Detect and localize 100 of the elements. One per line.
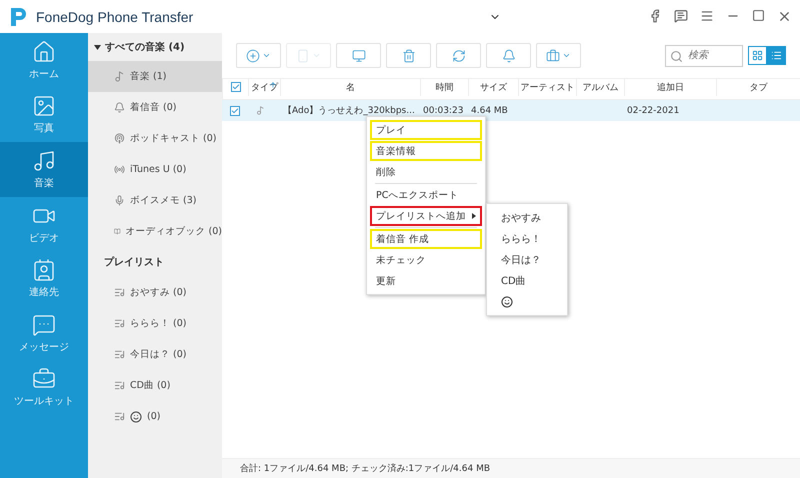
column-header[interactable]: タブ — [750, 80, 768, 94]
refresh-icon — [452, 48, 466, 62]
phone-icon — [296, 48, 310, 62]
menu-item[interactable]: 未チェック — [370, 250, 482, 270]
category-item[interactable]: 着信音 (0) — [88, 92, 222, 123]
playlist-item[interactable]: (0) — [88, 401, 222, 432]
table-cell: 00:03:23 — [423, 106, 464, 116]
nav-label: 連絡先 — [29, 286, 59, 300]
menu-item[interactable]: 更新 — [370, 271, 482, 291]
book-icon — [114, 226, 121, 237]
app-logo — [8, 6, 28, 28]
category-item[interactable]: 音楽 (1) — [88, 61, 222, 92]
category-label: 着信音 (0) — [130, 101, 176, 114]
feedback-icon[interactable] — [674, 9, 688, 23]
grid-icon — [752, 50, 763, 61]
menu-label: 未チェック — [376, 254, 426, 266]
select-all-checkbox[interactable] — [230, 82, 240, 92]
smiley-icon — [501, 296, 513, 308]
toolbox-button[interactable] — [536, 43, 581, 68]
message-icon — [32, 312, 56, 337]
music-note-icon — [114, 71, 125, 82]
microphone-icon — [114, 195, 125, 206]
maximize-icon[interactable] — [752, 9, 765, 22]
table-cell: 02-22-2021 — [627, 106, 680, 116]
add-icon — [246, 48, 260, 62]
menu-item[interactable]: 音楽情報 — [370, 141, 482, 161]
playlist-label: CD曲 (0) — [130, 379, 170, 392]
home-icon — [32, 40, 56, 64]
playlist-label: おやすみ (0) — [130, 286, 186, 299]
column-header[interactable]: アルバム — [582, 80, 618, 94]
submenu-item[interactable]: 今日は？ — [487, 249, 567, 270]
category-title: すべての音楽 (4) — [105, 40, 185, 54]
table-row[interactable]: 【Ado】うっせえわ_320kbps... 00:03:23 4.64 MB 02-22-2021 — [222, 100, 800, 121]
submenu-item[interactable]: おやすみ — [487, 207, 567, 228]
menu-icon[interactable] — [700, 9, 714, 23]
close-icon[interactable] — [777, 9, 792, 24]
menu-label: 音楽情報 — [376, 144, 416, 158]
category-label: 音楽 (1) — [130, 70, 166, 83]
nav-label: 音楽 — [34, 176, 54, 190]
category-label: ポッドキャスト (0) — [130, 132, 216, 145]
playlist-icon — [114, 349, 125, 360]
menu-label: プレイ — [376, 124, 406, 136]
category-item[interactable]: ボイスメモ (3) — [88, 185, 222, 216]
submenu-item[interactable]: CD曲 — [487, 270, 567, 291]
bell-icon — [114, 102, 125, 113]
playlist-header: プレイリスト — [103, 255, 165, 270]
nav-label: ビデオ — [29, 232, 59, 245]
row-checkbox[interactable] — [230, 106, 240, 116]
column-header[interactable]: 時間 — [436, 80, 454, 94]
category-header[interactable]: すべての音楽 (4) — [88, 39, 222, 55]
playlist-item[interactable]: おやすみ (0) — [88, 277, 222, 308]
menu-label: プレイリストへ追加 — [376, 210, 466, 222]
menu-label: 着信音 作成 — [376, 232, 430, 246]
refresh-button[interactable] — [436, 43, 481, 68]
playlist-icon — [114, 287, 125, 298]
playlist-icon — [114, 411, 125, 422]
export-pc-button[interactable] — [336, 43, 381, 68]
category-item[interactable]: オーディオブック (0) — [88, 216, 222, 247]
category-item[interactable]: iTunes U (0) — [88, 154, 222, 185]
category-label: iTunes U (0) — [130, 164, 186, 175]
column-header[interactable]: サイズ — [480, 80, 507, 94]
ringtone-button[interactable] — [486, 43, 531, 68]
list-view-button[interactable] — [767, 46, 786, 65]
playlist-item[interactable]: ららら！ (0) — [88, 308, 222, 339]
menu-item[interactable]: 削除 — [370, 162, 482, 182]
submenu-item[interactable]: ららら！ — [487, 228, 567, 249]
menu-label: 削除 — [376, 166, 396, 178]
nav-item[interactable]: 音楽 — [0, 142, 88, 197]
contact-card-icon — [32, 258, 56, 282]
list-icon — [771, 50, 782, 61]
add-button[interactable] — [236, 43, 281, 68]
menu-item[interactable]: 着信音 作成 — [370, 229, 482, 249]
triangle-down-icon — [94, 44, 101, 50]
podcast-icon — [114, 133, 125, 144]
playlist-label: 今日は？ (0) — [130, 348, 186, 361]
category-label: ボイスメモ (3) — [130, 194, 196, 207]
menu-label: PCへエクスポート — [376, 188, 458, 202]
grid-view-button[interactable] — [748, 46, 767, 65]
menu-item[interactable]: プレイ — [370, 120, 482, 140]
broadcast-icon — [114, 164, 125, 175]
search-field[interactable]: 検索 — [665, 44, 743, 66]
submenu-label: 今日は？ — [501, 254, 541, 266]
menu-item[interactable]: PCへエクスポート — [370, 185, 482, 205]
column-header[interactable]: 追加日 — [657, 80, 684, 94]
monitor-icon — [352, 48, 366, 62]
playlist-item[interactable]: 今日は？ (0) — [88, 339, 222, 370]
column-header[interactable]: アーティスト — [520, 80, 574, 94]
menu-item[interactable]: プレイリストへ追加 — [370, 206, 482, 226]
playlist-item[interactable]: CD曲 (0) — [88, 370, 222, 401]
column-header[interactable]: タイプ — [251, 80, 278, 94]
playlist-label: (0) — [147, 411, 160, 422]
playlist-icon — [114, 380, 125, 391]
playlist-label: ららら！ (0) — [130, 317, 186, 330]
category-item[interactable]: ポッドキャスト (0) — [88, 123, 222, 154]
delete-button[interactable] — [386, 43, 431, 68]
sort-arrow-icon — [269, 81, 277, 89]
trash-icon — [402, 48, 416, 62]
menu-label: 更新 — [376, 274, 396, 288]
column-header[interactable]: 名 — [346, 80, 355, 94]
window-title: FoneDog Phone Transfer — [36, 8, 194, 24]
